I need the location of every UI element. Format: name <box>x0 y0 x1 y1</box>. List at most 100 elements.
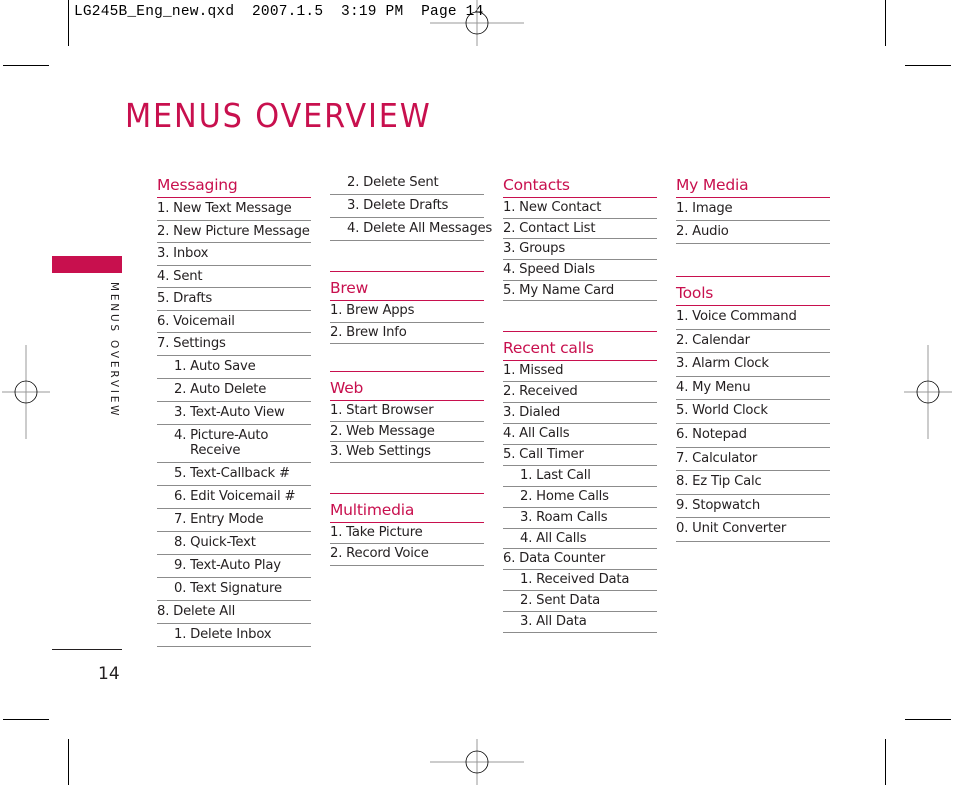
menu-item-label: 3. Web Settings <box>330 444 431 459</box>
menu-item: 1. Missed <box>503 361 657 383</box>
crop-mark <box>68 739 69 785</box>
menu-item: 3. Dialed <box>503 403 657 425</box>
menu-item: 1. Brew Apps <box>330 301 484 323</box>
registration-mark-icon <box>2 345 50 439</box>
menu-item-label: 2. Audio <box>676 224 729 239</box>
menu-item-label: 3. Alarm Clock <box>676 356 769 372</box>
menu-item-label: 0. Text Signature <box>174 581 282 596</box>
submenu-item: 9. Text-Auto Play <box>157 555 311 578</box>
menu-item: 8. Delete All <box>157 601 311 624</box>
print-slug: LG245B_Eng_new.qxd 2007.1.5 3:19 PM Page… <box>74 4 484 20</box>
submenu-item: 1. Delete Inbox <box>157 624 311 647</box>
menu-item-label: 2. New Picture Message <box>157 223 310 239</box>
menu-item-label: 5. World Clock <box>676 403 768 419</box>
submenu-item: 0. Text Signature <box>157 578 311 601</box>
menu-item-label: 6. Voicemail <box>157 313 235 329</box>
menu-item-label: 3. All Data <box>520 614 587 630</box>
menu-item-label: 1. Image <box>676 201 733 216</box>
menu-item: 1. Image <box>676 198 830 221</box>
menu-item-label: 1. Voice Command <box>676 309 797 324</box>
menu-item-label: 9. Stopwatch <box>676 497 761 513</box>
section-heading: Web <box>330 371 484 401</box>
menu-item: 7. Settings <box>157 333 311 356</box>
crop-mark <box>905 719 951 720</box>
menu-item-label: 6. Notepad <box>676 426 747 442</box>
menu-item-label: 3. Delete Drafts <box>347 198 449 213</box>
menu-section-contacts: Contacts 1. New Contact 2. Contact List 3. … <box>503 174 657 302</box>
menu-item-label: 5. Call Timer <box>503 447 584 462</box>
page-title: MENUS OVERVIEW <box>125 96 432 135</box>
menu-item-label: 7. Calculator <box>676 450 758 466</box>
crop-mark <box>905 65 951 66</box>
section-heading: Recent calls <box>503 331 657 362</box>
submenu-item: 8. Quick-Text <box>157 532 311 555</box>
menu-item: 3. Groups <box>503 239 657 261</box>
menu-item-label: 2. Delete Sent <box>347 175 439 190</box>
menu-item-label: 1. Delete Inbox <box>174 627 272 642</box>
submenu-item: 2. Home Calls <box>503 487 657 508</box>
side-section-label: MENUS OVERVIEW <box>108 282 120 419</box>
menu-item: 2. New Picture Message <box>157 221 311 243</box>
menu-item: 3. Alarm Clock <box>676 353 830 377</box>
menu-item: 3. Web Settings <box>330 442 484 463</box>
menu-column-1: Messaging 1. New Text Message 2. New Pictu… <box>157 174 311 647</box>
menu-item-label: 2. Web Message <box>330 423 435 439</box>
menu-item: 9. Stopwatch <box>676 495 830 519</box>
page-number: 14 <box>98 664 120 684</box>
crop-mark <box>3 719 49 720</box>
menu-item-label: 4. Delete All Messages <box>347 221 493 236</box>
menu-item-label: 5. Text-Callback # <box>174 466 290 481</box>
menu-item: 1. Start Browser <box>330 401 484 422</box>
menu-item: 1. New Text Message <box>157 198 311 221</box>
crop-mark <box>885 739 886 785</box>
menu-item-label: 2. Contact List <box>503 220 596 236</box>
menu-item-label: 2. Record Voice <box>330 546 429 561</box>
submenu-item: 3. All Data <box>503 612 657 634</box>
menu-item: 5. My Name Card <box>503 281 657 302</box>
menu-section-brew: Brew 1. Brew Apps 2. Brew Info <box>330 271 484 344</box>
submenu-item: 1. Received Data <box>503 570 657 592</box>
menu-item: 5. Drafts <box>157 288 311 311</box>
menu-item: 1. New Contact <box>503 198 657 219</box>
section-heading: Contacts <box>503 174 657 198</box>
menu-item-label: 1. Start Browser <box>330 403 434 418</box>
menu-item-label: 2. Received <box>503 384 578 400</box>
menu-item-label-continued: Receive <box>190 443 241 458</box>
menu-item: 2. Brew Info <box>330 323 484 344</box>
menu-item-label: 9. Text-Auto Play <box>174 558 281 573</box>
submenu-item: 1. Auto Save <box>157 356 311 379</box>
menu-item-label: 2. Calendar <box>676 332 750 348</box>
menu-item: 4. My Menu <box>676 377 830 401</box>
crop-mark <box>3 65 49 66</box>
menu-section-multimedia: Multimedia 1. Take Picture 2. Record Voice <box>330 492 484 566</box>
menu-item-label: 4. All Calls <box>520 530 587 546</box>
menu-item: 5. Call Timer <box>503 445 657 466</box>
menu-item-label: 7. Settings <box>157 336 226 351</box>
menu-item-label: 1. Auto Save <box>174 359 256 374</box>
menu-item-label: 7. Entry Mode <box>174 512 264 527</box>
menu-item: 1. Voice Command <box>676 306 830 330</box>
submenu-item: 3. Delete Drafts <box>330 195 484 218</box>
submenu-item: 2. Delete Sent <box>330 172 484 195</box>
menu-item-label: 3. Text-Auto View <box>174 405 285 420</box>
menu-item: 2. Calendar <box>676 330 830 354</box>
menu-section-web: Web 1. Start Browser 2. Web Message 3. Web … <box>330 371 484 463</box>
menu-item-label: 1. Take Picture <box>330 524 423 540</box>
menu-item-label: 3. Roam Calls <box>520 509 608 525</box>
menu-section-continued: 2. Delete Sent 3. Delete Drafts 4. Delete … <box>330 172 492 241</box>
menu-item: 3. Inbox <box>157 243 311 266</box>
submenu-item: 2. Auto Delete <box>157 379 311 402</box>
section-heading: My Media <box>676 174 830 198</box>
section-heading: Multimedia <box>330 492 484 523</box>
menu-item-label: 4. Picture-Auto <box>174 428 269 443</box>
menu-section-recent-calls: Recent calls 1. Missed 2. Received 3. Diale… <box>503 331 657 634</box>
menu-item-label: 6. Edit Voicemail # <box>174 489 296 504</box>
menu-item: 6. Notepad <box>676 424 830 448</box>
menu-section-messaging: Messaging 1. New Text Message 2. New Pictu… <box>157 174 311 647</box>
menu-item: 2. Contact List <box>503 219 657 240</box>
menu-item-label: 2. Sent Data <box>520 593 601 609</box>
section-heading: Brew <box>330 271 484 301</box>
menu-item-label: 2. Brew Info <box>330 324 407 340</box>
menu-item-label: 8. Delete All <box>157 604 236 619</box>
menu-item-label: 1. Received Data <box>520 572 630 588</box>
